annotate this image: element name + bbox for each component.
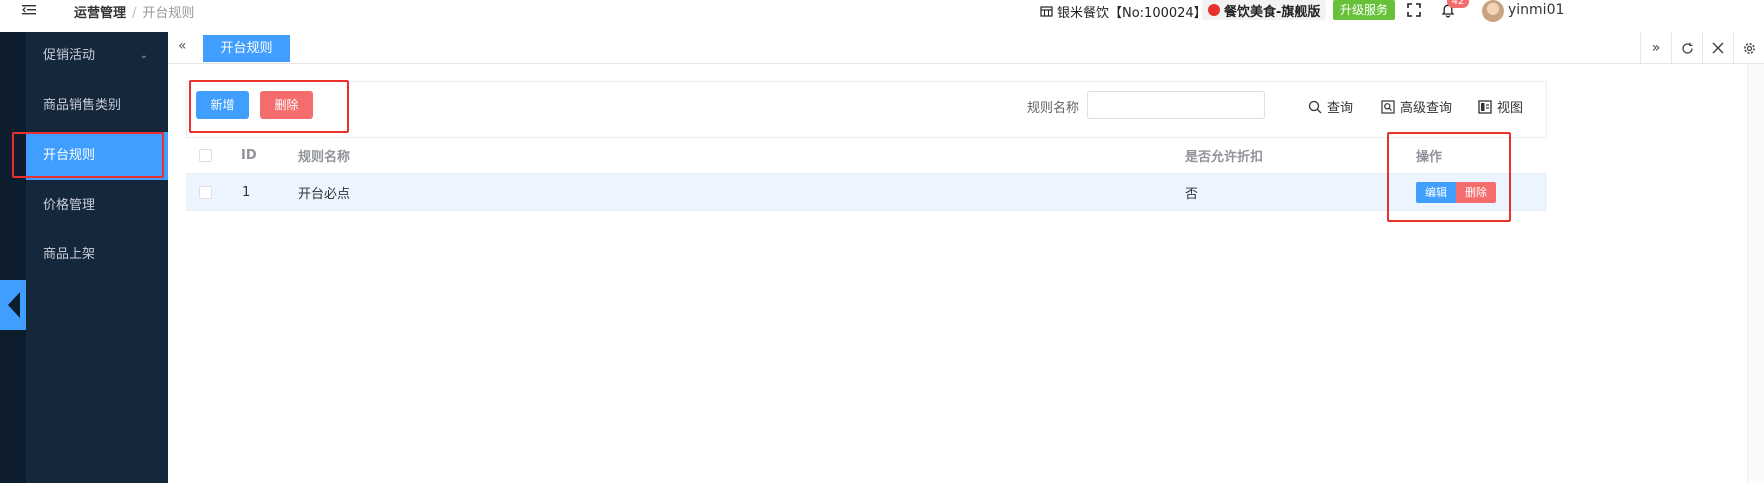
sidebar-item-label: 商品上架 <box>43 247 96 262</box>
cell-allow-discount: 否 <box>1185 186 1199 202</box>
menu-fold-icon[interactable] <box>22 3 36 17</box>
column-header-id[interactable]: ID <box>241 138 257 173</box>
table-row[interactable]: 1 开台必点 否 编辑 删除 <box>186 174 1547 211</box>
gear-icon[interactable] <box>1733 32 1764 64</box>
store-selector[interactable]: 银米餐饮【No:100024】 <box>1040 2 1207 21</box>
sidebar-item-price-management[interactable]: 价格管理 <box>26 182 168 230</box>
sidebar-item-promotions[interactable]: 促销活动 ⌄ <box>26 32 168 80</box>
double-chevron-right-icon[interactable]: » <box>1640 32 1671 64</box>
toolbar-card: 新增 删除 规则名称 查询 高级查询 视图 <box>186 81 1547 138</box>
double-chevron-left-icon[interactable]: « <box>178 38 187 54</box>
sidebar-item-label: 商品销售类别 <box>43 98 122 113</box>
column-header-rule-name[interactable]: 规则名称 <box>298 138 350 173</box>
advanced-search-icon <box>1381 99 1395 114</box>
edition-badge: 餐饮美食-旗舰版 <box>1202 0 1327 20</box>
column-header-allow-discount[interactable]: 是否允许折扣 <box>1185 138 1263 173</box>
upgrade-button[interactable]: 升级服务 <box>1333 0 1395 20</box>
view-label: 视图 <box>1497 101 1524 116</box>
tab-bar: « 开台规则 » <box>168 32 1764 64</box>
rules-table: ID 规则名称 是否允许折扣 操作 1 开台必点 否 编辑 删除 <box>186 138 1547 211</box>
fullscreen-icon[interactable] <box>1407 3 1421 17</box>
edition-logo-icon <box>1208 4 1220 16</box>
rule-name-filter-label: 规则名称 <box>1027 101 1080 116</box>
sidebar-item-label: 促销活动 <box>43 48 96 63</box>
table-header: ID 规则名称 是否允许折扣 操作 <box>186 138 1547 174</box>
avatar[interactable] <box>1482 0 1504 22</box>
refresh-icon[interactable] <box>1671 32 1702 64</box>
sidebar-collapse-handle[interactable] <box>0 280 26 330</box>
annotation-box-row-actions <box>1387 132 1511 222</box>
vertical-scrollbar[interactable] <box>1747 64 1764 483</box>
store-icon <box>1040 6 1053 17</box>
breadcrumb-root[interactable]: 运营管理 <box>74 6 126 21</box>
sidebar-item-product-sales-category[interactable]: 商品销售类别 <box>26 82 168 130</box>
sidebar-item-product-listing[interactable]: 商品上架 <box>26 231 168 279</box>
tab-table-opening-rules[interactable]: 开台规则 <box>203 35 290 62</box>
breadcrumb-separator: / <box>132 6 137 21</box>
edition-label: 餐饮美食-旗舰版 <box>1224 4 1321 20</box>
sidebar-item-label: 价格管理 <box>43 198 96 213</box>
view-layout-icon <box>1478 99 1492 114</box>
rule-name-filter-input[interactable] <box>1087 91 1265 119</box>
username[interactable]: yinmi01 <box>1508 2 1564 18</box>
query-button[interactable]: 查询 <box>1308 97 1353 116</box>
breadcrumb-current: 开台规则 <box>142 6 195 21</box>
search-icon <box>1308 100 1322 113</box>
annotation-box-toolbar-buttons <box>189 80 349 133</box>
cell-rule-name: 开台必点 <box>298 186 351 202</box>
sidebar-rail <box>0 32 26 483</box>
top-bar: 运营管理 / 开台规则 银米餐饮【No:100024】 餐饮美食-旗舰版 升级服务 … <box>0 0 1764 22</box>
query-label: 查询 <box>1327 101 1354 116</box>
sidebar: 促销活动 ⌄ 商品销售类别 开台规则 价格管理 商品上架 <box>26 32 168 483</box>
breadcrumb: 运营管理 / 开台规则 <box>74 2 194 21</box>
row-checkbox[interactable] <box>199 185 212 199</box>
close-icon[interactable] <box>1702 32 1733 64</box>
tab-tools: » <box>1640 32 1764 64</box>
cell-id: 1 <box>242 184 251 200</box>
select-all-checkbox[interactable] <box>199 149 212 162</box>
store-info: 银米餐饮【No:100024】 <box>1057 6 1207 21</box>
chevron-down-icon: ⌄ <box>139 50 148 61</box>
advanced-query-label: 高级查询 <box>1400 101 1453 116</box>
advanced-query-button[interactable]: 高级查询 <box>1381 97 1452 116</box>
view-button[interactable]: 视图 <box>1478 97 1523 116</box>
annotation-box-sidebar-active <box>12 132 164 178</box>
notification-badge: 42 <box>1447 0 1469 8</box>
